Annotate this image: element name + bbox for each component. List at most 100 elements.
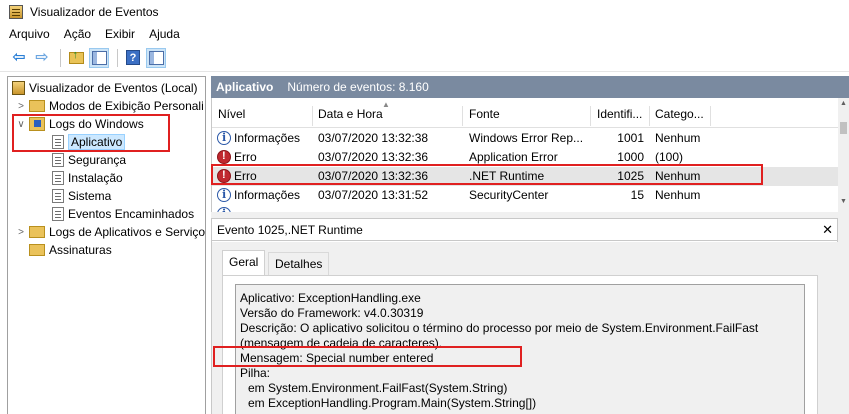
desc-line-stack: em ExceptionHandling.Program.Main(System…: [248, 396, 537, 410]
cell-level: Erro: [234, 169, 257, 183]
info-icon: [217, 188, 231, 202]
table-row[interactable]: Informações 03/07/2020 13:31:52 Security…: [212, 186, 838, 205]
chevron-right-icon[interactable]: >: [16, 101, 26, 112]
tree-item-label: Logs do Windows: [49, 117, 144, 131]
tree-item-forwarded-events[interactable]: Eventos Encaminhados: [52, 205, 194, 223]
event-viewer-icon: [12, 81, 25, 95]
column-divider[interactable]: [590, 106, 591, 126]
grid-header: Nível ▲ Data e Hora Fonte Identifi... Ca…: [212, 100, 838, 128]
event-viewer-icon: [9, 5, 23, 19]
column-header-category[interactable]: Catego...: [655, 107, 704, 121]
up-folder-button[interactable]: [66, 48, 86, 68]
tree-item-label: Modos de Exibição Personali: [49, 99, 204, 113]
detail-title: Evento 1025,.NET Runtime: [217, 222, 363, 237]
column-divider[interactable]: [312, 106, 313, 126]
events-scrollbar[interactable]: ▲ ▼: [838, 98, 849, 212]
column-header-level[interactable]: Nível: [218, 107, 245, 121]
console-tree-icon: [91, 50, 107, 65]
menu-acao[interactable]: Ação: [64, 27, 91, 41]
tree-item-label: Segurança: [68, 153, 127, 167]
toolbar-separator: [117, 48, 118, 67]
folder-icon: [29, 244, 45, 256]
log-icon: [52, 135, 64, 149]
column-divider[interactable]: [649, 106, 650, 126]
column-divider[interactable]: [710, 106, 711, 126]
cell-date: 03/07/2020 13:32:36: [318, 150, 429, 164]
tree-item-subscriptions[interactable]: Assinaturas: [29, 241, 112, 259]
log-header: Aplicativo Número de eventos: 8.160: [211, 76, 849, 98]
windows-logs-icon: [29, 117, 45, 131]
back-arrow-icon: ⇦: [12, 48, 26, 66]
menu-exibir[interactable]: Exibir: [105, 27, 135, 41]
cell-level: Informações: [234, 188, 301, 202]
desc-line-message: Mensagem: Special number entered: [240, 351, 434, 365]
show-hide-tree-button[interactable]: [89, 47, 109, 68]
info-icon: [217, 131, 231, 145]
folder-up-icon: [68, 49, 84, 64]
tree-item-label: Sistema: [68, 189, 112, 203]
column-header-date[interactable]: Data e Hora: [318, 107, 383, 121]
desc-line: Pilha:: [240, 366, 271, 380]
scroll-down-icon[interactable]: ▼: [838, 198, 849, 210]
tree-item-setup[interactable]: Instalação: [52, 169, 123, 187]
show-hide-action-pane-button[interactable]: [146, 47, 166, 68]
desc-line: Versão do Framework: v4.0.30319: [240, 306, 424, 320]
tree-item-application[interactable]: Aplicativo: [52, 133, 126, 151]
tree-item-label: Visualizador de Eventos (Local): [29, 81, 198, 95]
column-header-source[interactable]: Fonte: [469, 107, 500, 121]
tree-item-label: Eventos Encaminhados: [68, 207, 195, 221]
event-detail-pane: Evento 1025,.NET Runtime ✕ Geral Detalhe…: [211, 218, 839, 414]
table-row-selected[interactable]: Erro 03/07/2020 13:32:36 .NET Runtime 10…: [212, 167, 838, 186]
scroll-up-icon[interactable]: ▲: [838, 100, 849, 112]
cell-date: 03/07/2020 13:32:36: [318, 169, 429, 183]
detail-scrollbar[interactable]: [838, 218, 849, 414]
cell-level: Informações: [234, 131, 301, 145]
log-icon: [52, 189, 64, 203]
cell-source: .NET Runtime: [469, 169, 545, 183]
cell-level: Erro: [234, 150, 257, 164]
folder-icon: [29, 100, 45, 112]
tree-item-windows-logs[interactable]: ∨ Logs do Windows: [16, 115, 144, 133]
events-grid: Nível ▲ Data e Hora Fonte Identifi... Ca…: [211, 98, 838, 212]
error-icon: [217, 169, 231, 183]
cell-date: 03/07/2020 13:31:52: [318, 188, 429, 202]
desc-line: (mensagem de cadeia de caracteres).: [240, 336, 443, 350]
cell-source: Application Error: [469, 150, 558, 164]
table-row[interactable]: Informações 03/07/2020 13:32:38 Windows …: [212, 129, 838, 148]
cell-id: 1001: [617, 131, 644, 145]
action-pane-icon: [148, 50, 164, 65]
column-divider[interactable]: [462, 106, 463, 126]
back-button[interactable]: ⇦: [9, 48, 29, 68]
tree-item-system[interactable]: Sistema: [52, 187, 111, 205]
tree-item-app-services-logs[interactable]: > Logs de Aplicativos e Serviço: [16, 223, 205, 241]
log-icon: [52, 153, 64, 167]
table-row-partial[interactable]: [212, 205, 838, 212]
chevron-right-icon[interactable]: >: [16, 227, 26, 238]
menu-ajuda[interactable]: Ajuda: [149, 27, 180, 41]
folder-icon: [29, 226, 45, 238]
event-description[interactable]: Aplicativo: ExceptionHandling.exe Versão…: [235, 284, 805, 414]
column-header-id[interactable]: Identifi...: [597, 107, 642, 121]
close-icon[interactable]: ✕: [822, 222, 833, 238]
menu-arquivo[interactable]: Arquivo: [9, 27, 50, 41]
scroll-thumb[interactable]: [840, 122, 847, 134]
tab-geral[interactable]: Geral: [222, 250, 266, 276]
console-tree: Visualizador de Eventos (Local) > Modos …: [7, 76, 206, 414]
event-count: Número de eventos: 8.160: [287, 80, 429, 94]
chevron-down-icon[interactable]: ∨: [16, 119, 26, 130]
tree-item-security[interactable]: Segurança: [52, 151, 126, 169]
help-button[interactable]: ?: [123, 48, 143, 68]
detail-body: Geral Detalhes Aplicativo: ExceptionHand…: [212, 242, 839, 414]
tree-item-root[interactable]: Visualizador de Eventos (Local): [12, 79, 198, 97]
tab-detalhes[interactable]: Detalhes: [268, 252, 330, 275]
tree-item-label: Assinaturas: [49, 243, 112, 257]
table-row[interactable]: Erro 03/07/2020 13:32:36 Application Err…: [212, 148, 838, 167]
toolbar-separator: [60, 48, 61, 67]
tree-item-label: Instalação: [68, 171, 123, 185]
forward-button[interactable]: ⇨: [32, 48, 52, 68]
cell-source: SecurityCenter: [469, 188, 549, 202]
help-icon: ?: [126, 50, 140, 65]
tree-item-custom-views[interactable]: > Modos de Exibição Personali: [16, 97, 204, 115]
tree-item-label: Aplicativo: [68, 134, 126, 150]
cell-id: 1000: [617, 150, 644, 164]
